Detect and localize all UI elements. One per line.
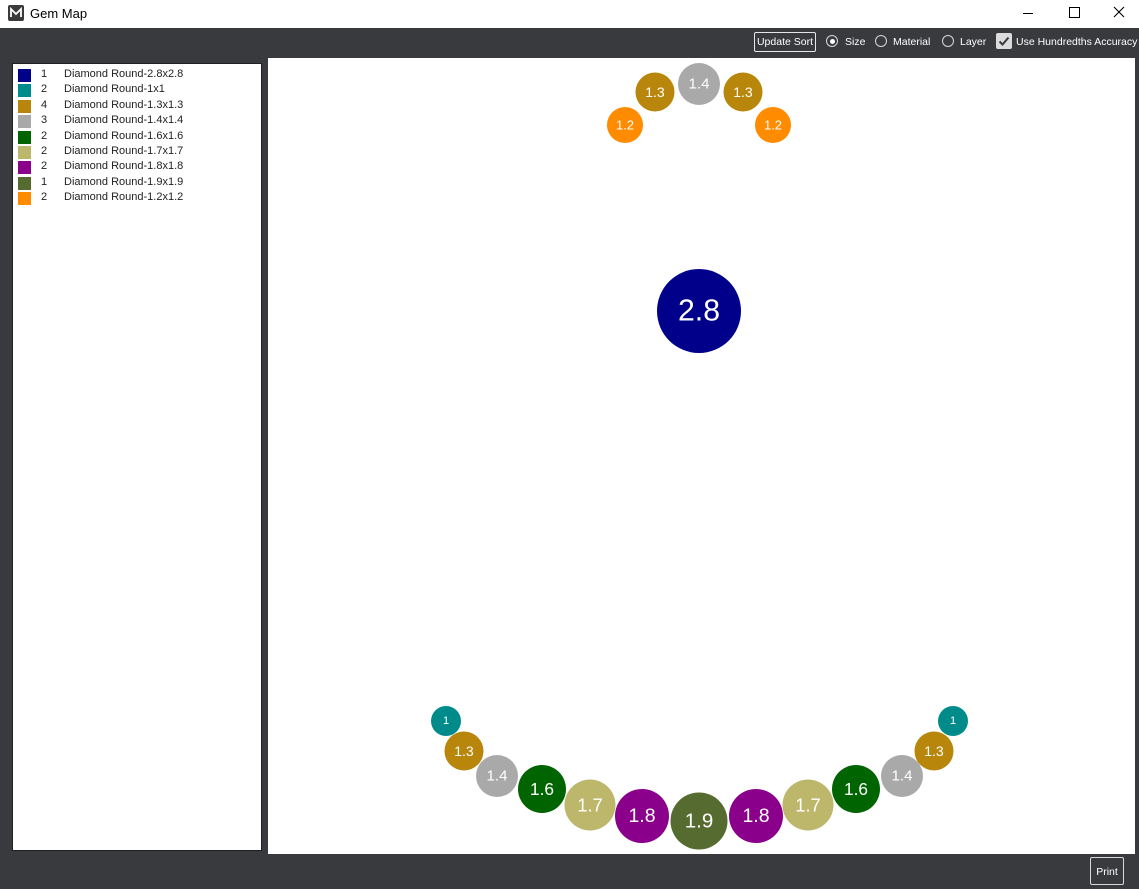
gem-size-label: 1.3 [733,84,753,100]
legend-swatch [18,176,31,190]
legend-count: 2 [41,191,48,204]
gem-size-label: 1.6 [844,779,868,799]
legend-swatch [18,115,31,129]
gem-1-6[interactable]: 1.6 [832,765,880,813]
gem-1-4[interactable]: 1.4 [881,755,923,797]
size-radio-label: Size [845,36,866,48]
legend-swatch [18,69,31,82]
gem-size-label: 1.3 [645,84,665,100]
gem-1-3[interactable]: 1.3 [723,72,763,112]
legend-name: Diamond Round-1.9x1.9 [64,175,184,188]
gem-1-3[interactable]: 1.3 [914,731,954,771]
legend-item: 1 Diamond Round-2.8x2.8 [17,68,257,83]
hundredths-accuracy-label: Use Hundredths Accuracy [1016,36,1138,48]
gem-size-label: 1.2 [764,118,782,133]
legend-item: 2 Diamond Round-1.8x1.8 [17,160,257,175]
layer-radio[interactable] [942,35,954,47]
gem-size-label: 1.4 [486,768,507,785]
gem-1-9[interactable]: 1.9 [670,792,728,850]
gem-size-label: 1.3 [454,743,474,759]
material-radio-label: Material [893,36,931,48]
legend-name: Diamond Round-1.3x1.3 [64,98,184,111]
print-button[interactable]: Print [1090,857,1124,885]
gem-1[interactable]: 1 [938,706,968,736]
maximize-icon[interactable] [1051,0,1097,28]
legend-name: Diamond Round-1.4x1.4 [64,114,184,127]
gem-1-4[interactable]: 1.4 [476,755,518,797]
minimize-icon[interactable] [1005,0,1051,28]
gem-size-label: 1.8 [628,805,655,827]
gem-size-label: 1 [443,715,449,727]
checkmark-icon [998,36,1010,46]
legend-item: 1 Diamond Round-1.9x1.9 [17,176,257,191]
legend-swatch [18,99,31,113]
gem-size-label: 2.8 [678,295,720,328]
legend-name: Diamond Round-1.7x1.7 [64,145,184,157]
legend-item: 3 Diamond Round-1.4x1.4 [17,114,257,129]
gem-size-label: 1.8 [742,805,769,827]
legend-swatch [18,192,31,206]
legend-name: Diamond Round-1x1 [64,83,165,96]
app-logo-icon [8,5,24,21]
gem-1-7[interactable]: 1.7 [564,779,616,831]
legend-name: Diamond Round-1.8x1.8 [64,160,184,173]
gem-size-label: 1 [950,715,956,727]
title-bar: Gem Map [0,0,1139,28]
legend-count: 1 [41,175,48,188]
gem-1-6[interactable]: 1.6 [518,765,566,813]
legend-item: 2 Diamond Round-1.2x1.2 [17,191,257,206]
size-radio[interactable] [826,35,838,47]
legend-list: 1 Diamond Round-2.8x2.8 2 Diamond Round-… [12,63,262,851]
bottom-bar [0,854,1139,889]
legend-item: 2 Diamond Round-1x1 [17,83,257,98]
legend-name: Diamond Round-2.8x2.8 [64,68,184,80]
gem-1-3[interactable]: 1.3 [444,731,484,771]
window-title: Gem Map [30,6,88,21]
gem-size-label: 1.4 [891,768,912,785]
legend-item: 2 Diamond Round-1.7x1.7 [17,145,257,160]
legend-count: 3 [41,114,48,127]
gem-1-2[interactable]: 1.2 [607,107,643,143]
gem-1-8[interactable]: 1.8 [615,789,669,843]
legend-swatch [18,130,31,144]
gem-1[interactable]: 1 [431,706,461,736]
legend-swatch [18,146,31,159]
legend-name: Diamond Round-1.2x1.2 [64,191,184,204]
legend-count: 4 [41,98,48,111]
legend-count: 2 [41,145,48,157]
gem-2-8[interactable]: 2.8 [657,269,741,353]
legend-count: 2 [41,83,48,96]
gem-size-label: 1.4 [688,76,709,93]
gem-1-8[interactable]: 1.8 [729,789,783,843]
layer-radio-label: Layer [960,36,987,48]
legend-count: 1 [41,68,48,80]
gem-size-label: 1.7 [795,795,821,816]
legend-swatch [18,84,31,98]
legend-count: 2 [41,160,48,173]
legend-count: 2 [41,129,48,142]
gem-1-4[interactable]: 1.4 [678,63,720,105]
hundredths-accuracy-checkbox[interactable] [996,33,1012,49]
gem-size-label: 1.7 [577,795,603,816]
gem-1-3[interactable]: 1.3 [635,72,675,112]
legend-item: 4 Diamond Round-1.3x1.3 [17,99,257,114]
close-icon[interactable] [1097,0,1139,28]
gem-size-label: 1.9 [685,810,714,833]
update-sort-button[interactable]: Update Sort [754,32,816,52]
legend-name: Diamond Round-1.6x1.6 [64,129,184,142]
gem-map-svg: 1.4 1.3 1.3 1.2 1.2 2.8 1 1 1.3 1.3 1.4 1.4 1.6 1.6 1.… [431,63,968,850]
legend-item: 2 Diamond Round-1.6x1.6 [17,130,257,145]
gem-1-2[interactable]: 1.2 [755,107,791,143]
gem-size-label: 1.2 [616,118,634,133]
material-radio[interactable] [875,35,887,47]
right-border [1135,58,1139,854]
gem-map-canvas[interactable]: 1.4 1.3 1.3 1.2 1.2 2.8 1 1 1.3 1.3 1.4 1.4 1.6 1.6 1.… [268,58,1135,854]
gem-size-label: 1.3 [924,743,944,759]
toolbar: Update Sort Size Material Layer Use Hund… [0,28,1139,58]
gem-1-7[interactable]: 1.7 [782,779,834,831]
legend-swatch [18,161,31,175]
gem-size-label: 1.6 [530,779,554,799]
